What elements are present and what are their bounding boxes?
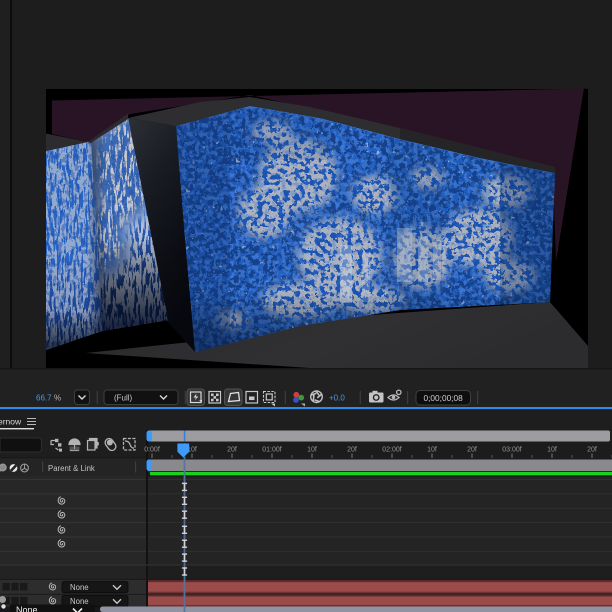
svg-text:None: None [16,605,38,612]
svg-text:ernow: ernow [0,417,22,427]
svg-text:20f: 20f [347,447,357,454]
svg-text:20f: 20f [227,447,237,454]
svg-text:03:00f: 03:00f [502,447,522,454]
svg-text:10f: 10f [547,447,557,454]
svg-text:+0.0: +0.0 [329,394,345,403]
svg-text:20f: 20f [467,447,477,454]
svg-text:%: % [54,394,61,403]
svg-text:0:00f: 0:00f [144,447,160,454]
svg-text:10f: 10f [427,447,437,454]
svg-text:01:00f: 01:00f [262,447,282,454]
svg-text:None: None [70,597,89,606]
svg-text:66.7: 66.7 [36,394,52,403]
svg-text:(Full): (Full) [114,394,133,403]
svg-text:20f: 20f [587,447,597,454]
svg-text:02:00f: 02:00f [382,447,402,454]
svg-text:Parent & Link: Parent & Link [48,464,95,473]
svg-text:None: None [70,583,89,592]
svg-text:0;00;00;08: 0;00;00;08 [424,393,464,403]
svg-text:10f: 10f [307,447,317,454]
